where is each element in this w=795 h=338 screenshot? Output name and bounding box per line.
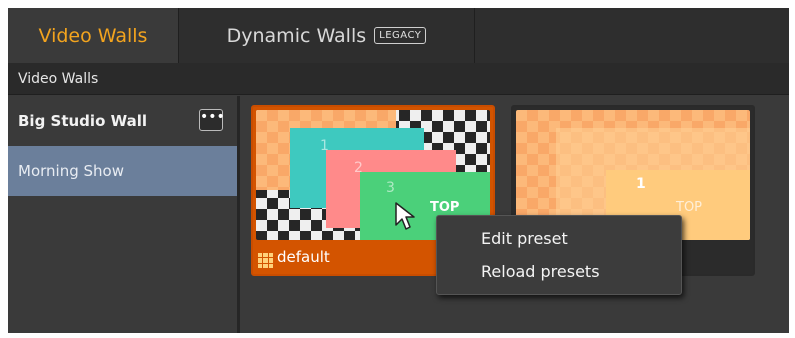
sidebar-item-morning-show[interactable]: Morning Show xyxy=(8,146,237,196)
section-label: Video Walls xyxy=(8,63,789,95)
legacy-badge: LEGACY xyxy=(374,27,427,44)
more-options-button[interactable]: ••• xyxy=(199,109,225,131)
tab-bar: Video Walls Dynamic Walls LEGACY xyxy=(8,8,789,63)
tab-video-walls-label: Video Walls xyxy=(38,24,148,47)
mouse-pointer-icon xyxy=(395,202,415,230)
sidebar-item-big-studio-wall[interactable]: Big Studio Wall ••• xyxy=(8,96,237,146)
menu-item-reload-presets[interactable]: Reload presets xyxy=(481,262,600,281)
top-layer-label: TOP xyxy=(676,200,703,215)
tab-dynamic-walls[interactable]: Dynamic Walls LEGACY xyxy=(178,8,475,63)
context-menu: Edit preset Reload presets xyxy=(436,215,682,295)
tab-video-walls[interactable]: Video Walls xyxy=(8,8,178,63)
top-layer-label: TOP xyxy=(430,200,460,215)
more-horizontal-icon: ••• xyxy=(200,109,225,125)
sidebar: Big Studio Wall ••• Morning Show xyxy=(8,96,240,333)
video-walls-app: Video Walls Dynamic Walls LEGACY Video W… xyxy=(8,8,789,333)
menu-item-edit-preset[interactable]: Edit preset xyxy=(481,229,568,248)
wall-name-label: Big Studio Wall xyxy=(18,112,148,130)
grid-icon xyxy=(258,253,273,268)
tab-dynamic-walls-label: Dynamic Walls xyxy=(226,24,367,47)
show-label: Morning Show xyxy=(18,162,124,180)
preset-name: default xyxy=(277,248,330,266)
